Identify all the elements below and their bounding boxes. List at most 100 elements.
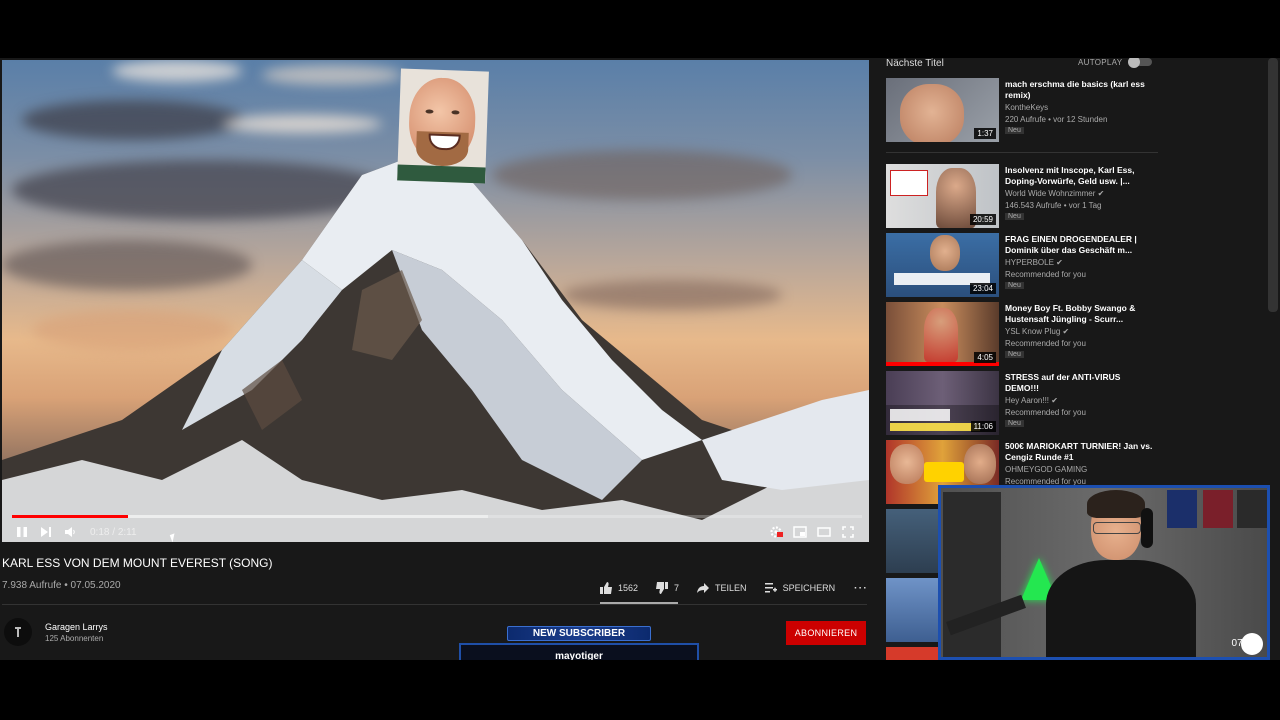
video-thumbnail [886, 578, 938, 642]
channel-name[interactable]: Garagen Larrys [45, 622, 108, 632]
autoplay-label: AUTOPLAY [1078, 58, 1123, 67]
youtube-watch-page: 0:18 / 2:11 KARL ESS VON DEM MOUNT EVERE… [0, 58, 1280, 660]
channel-logo-icon [1241, 633, 1263, 655]
wall-poster [1203, 490, 1233, 528]
new-badge: Neu [1005, 213, 1024, 220]
playlist-add-icon [764, 582, 777, 592]
video-title: FRAG EINEN DROGENDEALER | Dominik über d… [1005, 234, 1137, 255]
letterbox-bottom [0, 660, 1280, 720]
video-duration: 1:37 [974, 128, 996, 139]
streamer [1046, 560, 1196, 657]
thumbs-down-icon [656, 581, 669, 594]
video-views: Recommended for you [1005, 339, 1086, 348]
duration: 2:11 [117, 526, 137, 538]
video-thumbnail [886, 647, 938, 660]
share-label: TEILEN [715, 582, 747, 593]
like-count: 1562 [618, 582, 639, 593]
pause-button[interactable] [12, 523, 32, 541]
skip-next-icon [41, 527, 51, 537]
more-icon: ⋯ [853, 579, 868, 595]
video-thumbnail: 11:06 [886, 371, 999, 435]
video-title: STRESS auf der ANTI-VIRUS DEMO!!! [1005, 372, 1121, 393]
video-views: 146.543 Aufrufe • vor 1 Tag [1005, 201, 1102, 210]
stream-alert-name: mayotiger [555, 651, 603, 660]
video-thumbnail: 1:37 [886, 78, 999, 142]
gear-icon [770, 526, 783, 538]
volume-icon [65, 527, 75, 537]
video-actions: 1562 7 TEILEN SPEICHERN ⋯ [600, 579, 867, 596]
stream-alert-box: mayotiger [459, 643, 699, 660]
video-thumbnail [886, 509, 938, 573]
video-meta: 7.938 Aufrufe • 07.05.2020 [2, 580, 121, 591]
video-channel: OHMEYGOD GAMING [1005, 465, 1088, 474]
autoplay-toggle[interactable] [1128, 58, 1152, 68]
theater-icon [817, 527, 831, 537]
scrollbar[interactable] [1268, 58, 1278, 312]
pause-icon [17, 527, 27, 537]
up-next-heading: Nächste Titel [886, 58, 944, 69]
subscribe-button[interactable]: ABONNIEREN [786, 621, 866, 645]
mute-button[interactable] [60, 523, 80, 541]
wall-poster [1237, 490, 1267, 528]
channel-avatar[interactable] [4, 618, 32, 646]
new-badge: Neu [1005, 127, 1024, 134]
video-title: Insolvenz mit Inscope, Karl Ess, Doping-… [1005, 165, 1135, 186]
share-icon [697, 582, 710, 593]
video-title: Money Boy Ft. Bobby Swango & Hustensaft … [1005, 303, 1136, 324]
face-photo-overlay [397, 68, 489, 184]
new-badge: Neu [1005, 351, 1024, 358]
save-button[interactable]: SPEICHERN [764, 582, 836, 594]
video-duration: 11:06 [970, 421, 996, 432]
stream-alert-title: NEW SUBSCRIBER [507, 626, 651, 641]
save-label: SPEICHERN [782, 582, 836, 593]
video-channel: Hey Aaron!!! ✔ [1005, 396, 1058, 405]
video-thumbnail: 20:59 [886, 164, 999, 228]
like-button[interactable]: 1562 [600, 581, 639, 594]
progress-bar[interactable] [12, 515, 862, 518]
recommended-video[interactable]: 23:04 FRAG EINEN DROGENDEALER | Dominik … [886, 233, 1156, 297]
recommended-video[interactable]: 11:06 STRESS auf der ANTI-VIRUS DEMO!!! … [886, 371, 1156, 435]
time-separator: / [109, 526, 118, 538]
settings-button[interactable] [766, 523, 786, 541]
video-views: 220 Aufrufe • vor 12 Stunden [1005, 115, 1108, 124]
video-title: 500€ MARIOKART TURNIER! Jan vs. Cengiz R… [1005, 441, 1153, 462]
video-duration: 20:59 [969, 214, 996, 225]
thumbs-up-icon [600, 581, 612, 594]
channel-logo-icon [15, 627, 21, 637]
recommended-video[interactable]: 20:59 Insolvenz mit Inscope, Karl Ess, D… [886, 164, 1156, 228]
video-title: mach erschma die basics (karl ess remix) [1005, 79, 1145, 100]
video-duration: 23:04 [969, 283, 996, 294]
streamer-webcam: 07:5 [938, 485, 1270, 660]
video-channel: World Wide Wohnzimmer ✔ [1005, 189, 1105, 198]
video-channel: HYPERBOLE ✔ [1005, 258, 1063, 267]
divider [886, 152, 1158, 153]
miniplayer-icon [793, 526, 807, 538]
dislike-button[interactable]: 7 [656, 581, 680, 594]
video-duration: 4:05 [974, 352, 996, 363]
recommended-video[interactable]: 4:05 Money Boy Ft. Bobby Swango & Husten… [886, 302, 1156, 366]
glasses [1093, 522, 1141, 534]
video-player[interactable]: 0:18 / 2:11 [2, 60, 869, 542]
divider [2, 604, 867, 605]
share-button[interactable]: TEILEN [697, 582, 747, 594]
next-button[interactable] [36, 523, 56, 541]
theater-mode-button[interactable] [814, 523, 834, 541]
dislike-count: 7 [674, 582, 680, 593]
player-controls: 0:18 / 2:11 [12, 522, 862, 542]
streamer-hair [1087, 490, 1145, 518]
miniplayer-button[interactable] [790, 523, 810, 541]
video-thumbnail: 4:05 [886, 302, 999, 366]
time-display: 0:18 / 2:11 [90, 527, 137, 538]
video-views: Recommended for you [1005, 408, 1086, 417]
recommended-video[interactable]: 1:37 mach erschma die basics (karl ess r… [886, 78, 1156, 142]
new-badge: Neu [1005, 420, 1024, 427]
toggle-knob [1128, 58, 1140, 68]
letterbox-top [0, 0, 1280, 58]
fullscreen-button[interactable] [838, 523, 858, 541]
video-views: Recommended for you [1005, 270, 1086, 279]
video-title: KARL ESS VON DEM MOUNT EVEREST (SONG) [2, 556, 273, 570]
headphones [1141, 508, 1153, 548]
more-actions-button[interactable]: ⋯ [853, 579, 867, 596]
video-thumbnail: 23:04 [886, 233, 999, 297]
current-time: 0:18 [90, 526, 110, 538]
